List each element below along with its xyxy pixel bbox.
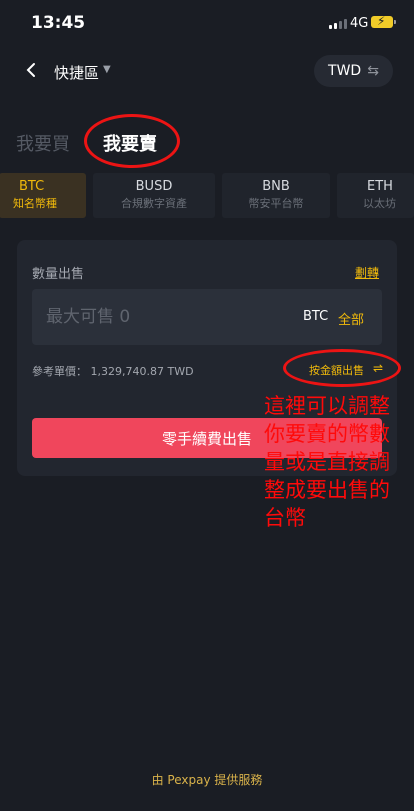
coin-name: BUSD xyxy=(135,179,173,194)
swap-icon: ⇆ xyxy=(367,63,379,79)
footer-provider: 由 Pexpay 提供服務 xyxy=(151,773,263,787)
coin-chip-btc[interactable]: BTC 知名幣種 xyxy=(0,173,86,218)
currency-switch-button[interactable]: TWD ⇆ xyxy=(314,55,393,87)
page-title[interactable]: 快捷區 xyxy=(54,62,99,83)
battery-icon: ⚡ xyxy=(371,14,396,28)
reference-price: 參考單價： 1,329,740.87 TWD xyxy=(32,365,194,378)
tab-buy[interactable]: 我要買 xyxy=(16,130,70,156)
coin-name: BNB xyxy=(262,179,290,194)
back-arrow-icon[interactable] xyxy=(22,60,42,82)
status-time: 13:45 xyxy=(31,13,86,33)
signal-icon xyxy=(329,19,347,29)
amount-input[interactable] xyxy=(46,302,276,332)
coin-desc: 知名幣種 xyxy=(13,197,57,210)
all-button[interactable]: 全部 xyxy=(338,309,364,328)
currency-label: TWD xyxy=(328,63,362,79)
coin-desc: 幣安平台幣 xyxy=(248,197,304,210)
coin-chip-busd[interactable]: BUSD 合規數字資產 xyxy=(93,173,215,218)
coin-chip-eth[interactable]: ETH 以太坊 xyxy=(337,173,414,218)
annotation-circle-by-amount xyxy=(283,349,401,387)
annotation-note: 這裡可以調整你要賣的幣數量或是直接調整成要出售的台幣 xyxy=(264,394,390,530)
annotation-circle-sell-tab xyxy=(84,114,180,168)
amount-field[interactable] xyxy=(32,289,382,345)
coin-chip-bnb[interactable]: BNB 幣安平台幣 xyxy=(222,173,330,218)
transfer-link[interactable]: 劃轉 xyxy=(355,264,379,281)
coin-name: BTC xyxy=(19,179,45,194)
network-label: 4G xyxy=(350,16,369,31)
status-bar: 13:45 4G ⚡ xyxy=(0,0,414,48)
quantity-label: 數量出售 xyxy=(32,267,85,282)
coin-desc: 合規數字資產 xyxy=(121,197,187,210)
coin-name: ETH xyxy=(367,179,393,194)
unit-label: BTC xyxy=(303,309,329,324)
coin-desc: 以太坊 xyxy=(363,197,396,210)
caret-down-icon[interactable]: ▼ xyxy=(103,64,111,75)
